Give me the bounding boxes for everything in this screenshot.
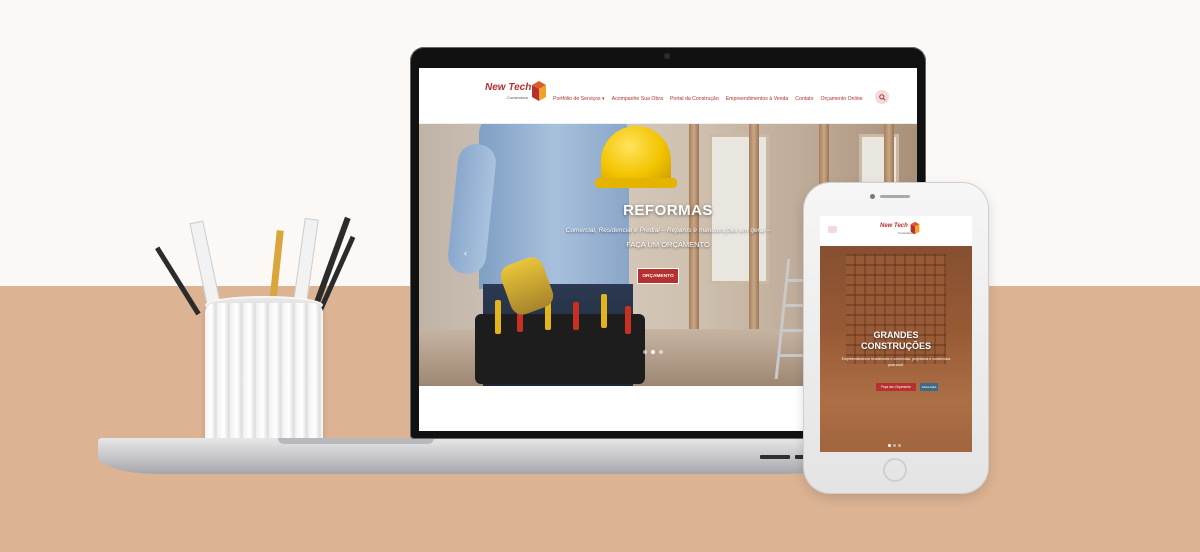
menu-item-acompanhe[interactable]: Acompanhe Sua Obra — [612, 96, 663, 102]
site-header: New Tech Construtora Portfólio de Serviç… — [419, 68, 917, 124]
phone-header: New Tech Construtora — [820, 216, 972, 246]
phone-hero-subtitle: Empreendimentos residenciais e comerciai… — [841, 357, 951, 367]
phone-hero-title-line1: GRANDES — [873, 330, 919, 340]
menu-item-contato[interactable]: Contato — [795, 96, 813, 102]
phone-slider-dots — [888, 444, 901, 447]
slider-dot[interactable] — [643, 350, 647, 354]
slider-prev-icon[interactable]: ‹ — [464, 248, 467, 258]
cube-logo-icon — [532, 81, 546, 101]
search-button[interactable] — [875, 90, 889, 104]
smartphone: New Tech Construtora GRANDES CONSTRUÇÕES… — [804, 183, 988, 493]
menu-item-empreendimentos[interactable]: Empreendimentos à Venda — [726, 96, 789, 102]
slider-dots — [643, 350, 663, 354]
cup-body — [205, 303, 323, 455]
main-menu: Portfólio de Serviços ▾ Acompanhe Sua Ob… — [553, 96, 863, 102]
menu-icon[interactable] — [828, 226, 837, 233]
slider-dot[interactable] — [659, 350, 663, 354]
hard-hat-brim — [595, 178, 677, 188]
phone-screen: New Tech Construtora GRANDES CONSTRUÇÕES… — [820, 216, 972, 452]
cube-logo-icon — [910, 221, 920, 235]
logo[interactable]: New Tech Construtora — [485, 80, 546, 112]
slider-dot-active[interactable] — [888, 444, 891, 447]
phone-hero-title-line2: CONSTRUÇÕES — [860, 341, 931, 351]
phone-hero: GRANDES CONSTRUÇÕES Empreendimentos resi… — [820, 246, 972, 452]
search-icon — [878, 93, 886, 101]
slider-dot[interactable] — [898, 444, 901, 447]
orcamento-button[interactable]: ORÇAMENTO — [637, 268, 679, 284]
phone-hero-title: GRANDES CONSTRUÇÕES — [820, 330, 972, 352]
hard-hat — [601, 126, 671, 184]
slider-dot[interactable] — [893, 444, 896, 447]
slider-dot-active[interactable] — [651, 350, 655, 354]
speaker — [880, 195, 910, 198]
logo-name: New Tech — [485, 82, 532, 93]
faca-orcamento-button[interactable]: Faça seu Orçamento — [876, 383, 916, 391]
home-button[interactable] — [883, 458, 907, 482]
camera-icon — [664, 53, 670, 59]
logo-tagline: Construtora — [507, 95, 528, 100]
saiba-mais-button[interactable]: Saiba Mais — [920, 383, 938, 391]
front-camera-icon — [870, 194, 875, 199]
menu-item-orcamento[interactable]: Orçamento Online — [820, 96, 862, 102]
phone-logo-name[interactable]: New Tech — [880, 223, 908, 229]
tool-belt — [475, 294, 645, 384]
laptop-base — [98, 438, 847, 474]
menu-item-portal[interactable]: Portal da Construção — [670, 96, 719, 102]
laptop-notch — [278, 438, 434, 444]
menu-item-portfolio[interactable]: Portfólio de Serviços ▾ — [553, 96, 605, 102]
